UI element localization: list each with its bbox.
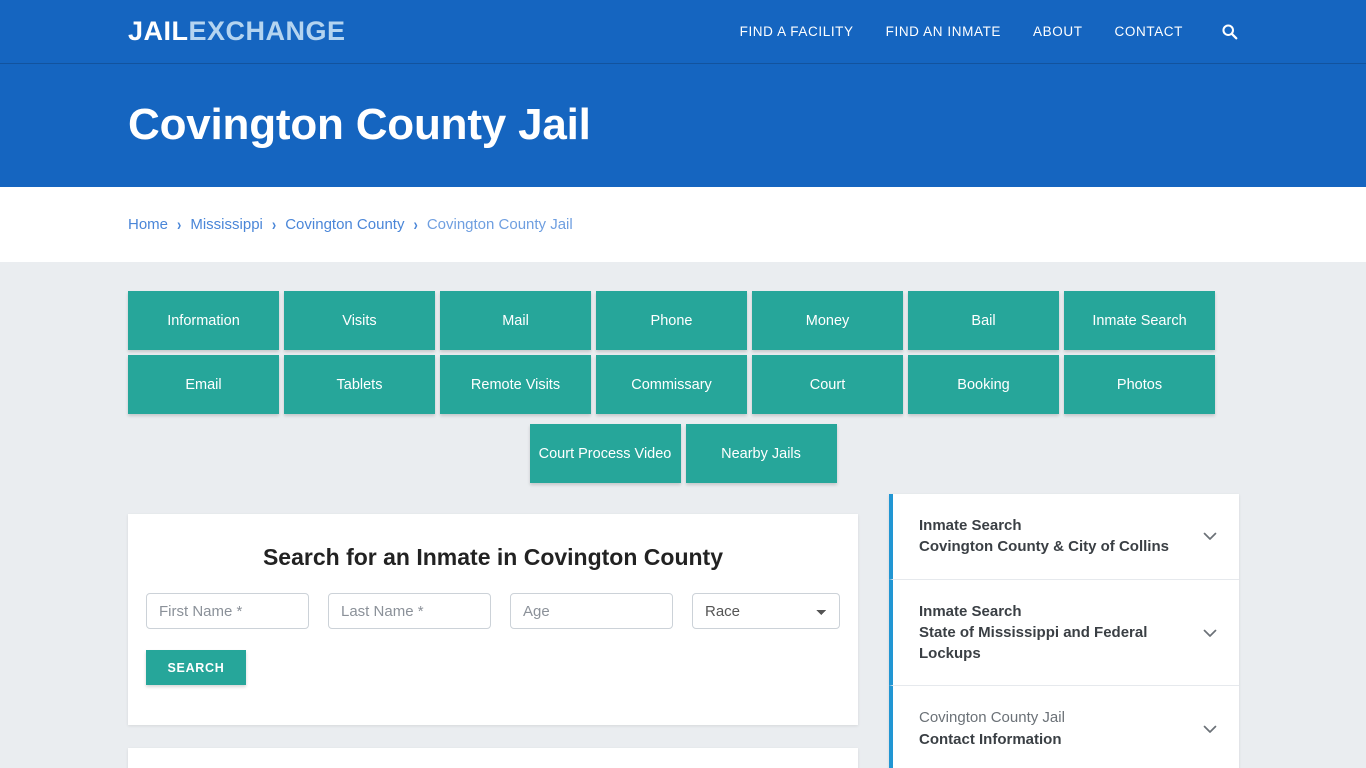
logo-text-secondary: EXCHANGE [188, 16, 346, 46]
accordion-item-contact-information[interactable]: Covington County Jail Contact Informatio… [889, 686, 1239, 768]
accordion-item-line1: Covington County Jail [919, 709, 1065, 727]
accordion-item-inmate-search-state[interactable]: Inmate Search State of Mississippi and F… [889, 579, 1239, 687]
page-title: Covington County Jail [128, 100, 591, 150]
section-button-phone[interactable]: Phone [596, 291, 747, 350]
section-button-court-process-video[interactable]: Court Process Video [529, 424, 681, 483]
breadcrumb-bar: Home › Mississippi › Covington County › … [0, 187, 1366, 262]
breadcrumb-item-current: Covington County Jail [426, 216, 573, 233]
primary-nav: FIND A FACILITY FIND AN INMATE ABOUT CON… [740, 23, 1366, 40]
breadcrumb: Home › Mississippi › Covington County › … [128, 215, 573, 234]
page-body: Information Visits Mail Phone Money Bail… [0, 262, 1366, 768]
facility-section-buttons-row-3: Court Process Video Nearby Jails [128, 424, 1238, 483]
breadcrumb-separator-icon: › [413, 215, 418, 234]
first-name-input[interactable] [146, 593, 309, 629]
site-logo[interactable]: JAILEXCHANGE [128, 18, 346, 45]
age-input[interactable] [510, 593, 673, 629]
nav-item-find-a-facility[interactable]: FIND A FACILITY [740, 24, 854, 39]
chevron-down-icon-glyph [1203, 629, 1217, 637]
section-button-tablets[interactable]: Tablets [284, 355, 435, 414]
accordion-item-text: Inmate Search Covington County & City of… [919, 515, 1189, 558]
section-button-nearby-jails[interactable]: Nearby Jails [685, 424, 837, 483]
section-button-remote-visits[interactable]: Remote Visits [440, 355, 591, 414]
search-submit-button[interactable]: SEARCH [146, 650, 246, 685]
section-button-email[interactable]: Email [128, 355, 279, 414]
chevron-down-icon [1199, 525, 1221, 547]
section-button-photos[interactable]: Photos [1064, 355, 1215, 414]
jail-information-panel: Covington County Jail Information [128, 748, 858, 768]
breadcrumb-separator-icon: › [271, 215, 277, 234]
last-name-input[interactable] [328, 593, 491, 629]
chevron-down-icon-glyph [1203, 725, 1217, 733]
accordion-item-inmate-search-county[interactable]: Inmate Search Covington County & City of… [889, 494, 1239, 580]
inmate-search-panel: Search for an Inmate in Covington County… [128, 514, 858, 725]
section-button-mail[interactable]: Mail [440, 291, 591, 350]
sidebar-accordion: Inmate Search Covington County & City of… [889, 494, 1239, 768]
section-button-inmate-search[interactable]: Inmate Search [1064, 291, 1215, 350]
accordion-item-line1: Inmate Search [919, 517, 1022, 534]
search-icon[interactable] [1221, 23, 1238, 40]
breadcrumb-item-home[interactable]: Home [128, 216, 168, 233]
hero-banner: Covington County Jail [0, 64, 1366, 187]
chevron-down-icon [1199, 718, 1221, 740]
inmate-search-form: Race [146, 593, 840, 629]
accordion-item-line2: State of Mississippi and Federal Lockups [919, 623, 1148, 663]
top-navigation-bar: JAILEXCHANGE FIND A FACILITY FIND AN INM… [0, 0, 1366, 64]
race-select[interactable]: Race [692, 593, 840, 629]
main-column: Search for an Inmate in Covington County… [128, 514, 858, 768]
section-button-visits[interactable]: Visits [284, 291, 435, 350]
content-columns: Search for an Inmate in Covington County… [128, 494, 1239, 768]
section-button-bail[interactable]: Bail [908, 291, 1059, 350]
section-button-booking[interactable]: Booking [908, 355, 1059, 414]
section-button-money[interactable]: Money [752, 291, 903, 350]
nav-item-contact[interactable]: CONTACT [1115, 24, 1183, 39]
sidebar-column: Inmate Search Covington County & City of… [889, 494, 1239, 768]
nav-item-find-an-inmate[interactable]: FIND AN INMATE [886, 24, 1001, 39]
section-button-court[interactable]: Court [752, 355, 903, 414]
section-button-commissary[interactable]: Commissary [596, 355, 747, 414]
section-button-information[interactable]: Information [128, 291, 279, 350]
breadcrumb-item-covington-county[interactable]: Covington County [285, 216, 404, 233]
accordion-item-line1: Inmate Search [919, 602, 1022, 620]
facility-section-buttons: Information Visits Mail Phone Money Bail… [128, 262, 1238, 483]
logo-text-primary: JAIL [128, 16, 189, 46]
nav-item-about[interactable]: ABOUT [1033, 24, 1083, 39]
accordion-item-text: Covington County Jail Contact Informatio… [919, 707, 1189, 750]
chevron-down-icon [1199, 622, 1221, 644]
accordion-item-line2: Covington County & City of Collins [919, 538, 1169, 556]
accordion-item-text: Inmate Search State of Mississippi and F… [919, 601, 1189, 665]
breadcrumb-item-mississippi[interactable]: Mississippi [190, 216, 263, 233]
inmate-search-heading: Search for an Inmate in Covington County [262, 544, 724, 570]
accordion-item-line2: Contact Information [919, 730, 1062, 748]
search-icon-glyph [1222, 24, 1238, 40]
breadcrumb-separator-icon: › [177, 215, 182, 234]
chevron-down-icon-glyph [1203, 532, 1217, 541]
